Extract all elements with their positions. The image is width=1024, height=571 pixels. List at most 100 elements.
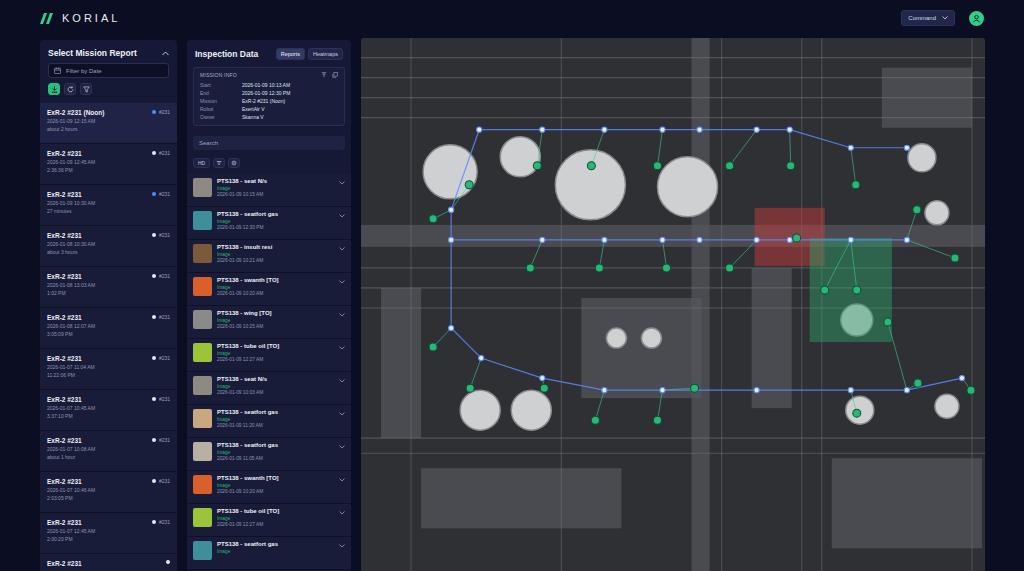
chevron-down-icon[interactable]: [339, 346, 345, 350]
inspection-item[interactable]: PTS138 - seat N/s Image 2026-01-09 10:03…: [187, 372, 351, 405]
waypoint[interactable]: [754, 127, 759, 132]
waypoint[interactable]: [660, 237, 665, 242]
chevron-down-icon[interactable]: [339, 379, 345, 383]
chevron-down-icon[interactable]: [339, 280, 345, 284]
waypoint[interactable]: [848, 388, 853, 393]
inspection-point[interactable]: [429, 343, 437, 351]
waypoint[interactable]: [477, 127, 482, 132]
inspection-point[interactable]: [662, 264, 670, 272]
inspection-point[interactable]: [726, 264, 734, 272]
inspection-item[interactable]: PTS138 - seatfort gas Image 2026-01-09 1…: [187, 207, 351, 240]
inspection-point[interactable]: [595, 264, 603, 272]
inspection-item[interactable]: PTS138 - seatfort gas Image 2026-01-09 1…: [187, 405, 351, 438]
inspection-point[interactable]: [967, 386, 975, 394]
mission-item[interactable]: ExR-2 #231 2026-01-08 13:03 AM 1:02 PM #…: [40, 267, 177, 308]
inspection-point[interactable]: [540, 384, 548, 392]
waypoint[interactable]: [848, 145, 853, 150]
mission-item[interactable]: ExR-2 #231 2026-01-07 10:45 AM 3:37:10 P…: [40, 390, 177, 431]
chevron-down-icon[interactable]: [339, 214, 345, 218]
waypoint[interactable]: [660, 127, 665, 132]
waypoint[interactable]: [602, 237, 607, 242]
inspection-item[interactable]: PTS138 - swanth [TO] Image 2026-01-09 10…: [187, 273, 351, 306]
waypoint[interactable]: [754, 388, 759, 393]
waypoint[interactable]: [449, 207, 454, 212]
chevron-up-icon[interactable]: [162, 51, 169, 56]
waypoint[interactable]: [540, 237, 545, 242]
chevron-down-icon[interactable]: [339, 511, 345, 515]
waypoint[interactable]: [754, 237, 759, 242]
search-field[interactable]: Search: [193, 136, 345, 150]
chevron-down-icon[interactable]: [339, 478, 345, 482]
waypoint[interactable]: [449, 207, 454, 212]
inspection-point[interactable]: [793, 234, 801, 242]
waypoint[interactable]: [449, 325, 454, 330]
mission-item[interactable]: ExR-2 #231 2026-01-09 10:30 AM 27 minute…: [40, 185, 177, 226]
download-button[interactable]: [48, 83, 60, 95]
avatar[interactable]: [969, 11, 984, 26]
inspection-point[interactable]: [914, 379, 922, 387]
copy-icon[interactable]: [332, 72, 338, 78]
inspection-point[interactable]: [429, 215, 437, 223]
waypoint[interactable]: [479, 355, 484, 360]
chevron-down-icon[interactable]: [339, 445, 345, 449]
settings-button[interactable]: [228, 158, 240, 168]
date-filter[interactable]: Filter by Date: [48, 63, 169, 78]
inspection-point[interactable]: [526, 264, 534, 272]
waypoint[interactable]: [540, 376, 545, 381]
mission-item[interactable]: ExR-2 #231 2026-01-07 12:45 AM 2:00:20 P…: [40, 513, 177, 554]
inspection-point[interactable]: [533, 162, 541, 170]
chevron-down-icon[interactable]: [339, 247, 345, 251]
waypoint[interactable]: [660, 388, 665, 393]
mission-item[interactable]: ExR-2 #231: [40, 554, 177, 571]
waypoint[interactable]: [787, 127, 792, 132]
mission-item[interactable]: ExR-2 #231 2026-01-07 10:08 AM about 1 h…: [40, 431, 177, 472]
mission-item[interactable]: ExR-2 #231 2026-01-08 12:07 AM 3:05:09 P…: [40, 308, 177, 349]
inspection-point[interactable]: [466, 384, 474, 392]
logo[interactable]: KORIAL: [40, 12, 120, 24]
inspection-point[interactable]: [726, 162, 734, 170]
mission-item[interactable]: ExR-2 #231 (Noon) 2026-01-09 12:15 AM ab…: [40, 103, 177, 144]
chevron-down-icon[interactable]: [339, 412, 345, 416]
waypoint[interactable]: [602, 388, 607, 393]
filter-chip[interactable]: HD: [193, 158, 210, 168]
inspection-point[interactable]: [465, 181, 473, 189]
refresh-button[interactable]: [64, 83, 76, 95]
waypoint[interactable]: [904, 388, 909, 393]
inspection-point[interactable]: [853, 286, 861, 294]
inspection-item[interactable]: PTS138 - seatfort gas Image 2026-01-09 1…: [187, 438, 351, 471]
waypoint[interactable]: [449, 237, 454, 242]
inspection-point[interactable]: [591, 416, 599, 424]
site-map[interactable]: [361, 38, 985, 571]
waypoint[interactable]: [787, 237, 792, 242]
inspection-point[interactable]: [587, 162, 595, 170]
waypoint[interactable]: [959, 376, 964, 381]
upload-icon[interactable]: [321, 72, 327, 78]
map-canvas[interactable]: [361, 38, 985, 571]
waypoint[interactable]: [904, 237, 909, 242]
waypoint[interactable]: [697, 127, 702, 132]
inspection-point[interactable]: [787, 162, 795, 170]
inspection-item[interactable]: PTS138 - seatfort gas Image: [187, 537, 351, 570]
chevron-down-icon[interactable]: [339, 181, 345, 185]
chevron-down-icon[interactable]: [339, 544, 345, 548]
inspection-point[interactable]: [852, 181, 860, 189]
inspection-item[interactable]: PTS138 - tube oil [TO] Image 2026-01-09 …: [187, 504, 351, 537]
waypoint[interactable]: [697, 237, 702, 242]
ok-heatmap-zone[interactable]: [810, 238, 892, 342]
inspection-item[interactable]: PTS138 - insult resi Image 2026-01-09 10…: [187, 240, 351, 273]
inspection-item[interactable]: PTS138 - wing [TO] Image 2026-01-09 10:2…: [187, 306, 351, 339]
inspection-item[interactable]: PTS138 - swanth [TO] Image 2026-01-09 10…: [187, 471, 351, 504]
inspection-item[interactable]: PTS138 - tube oil [TO] Image 2026-01-09 …: [187, 339, 351, 372]
tab[interactable]: Heatmaps: [308, 48, 343, 60]
inspection-point[interactable]: [653, 416, 661, 424]
waypoint[interactable]: [540, 127, 545, 132]
inspection-point[interactable]: [913, 206, 921, 214]
mission-item[interactable]: ExR-2 #231 2026-01-07 11:04 AM 11:22:06 …: [40, 349, 177, 390]
mission-item[interactable]: ExR-2 #231 2026-01-09 12:45 AM 2:36:36 P…: [40, 144, 177, 185]
tab[interactable]: Reports: [276, 48, 305, 60]
waypoint[interactable]: [848, 237, 853, 242]
mission-item[interactable]: ExR-2 #231 2026-01-08 10:30 AM about 3 h…: [40, 226, 177, 267]
mission-item[interactable]: ExR-2 #231 2026-01-07 10:46 AM 2:03:05 P…: [40, 472, 177, 513]
inspection-point[interactable]: [691, 384, 699, 392]
inspection-point[interactable]: [884, 318, 892, 326]
